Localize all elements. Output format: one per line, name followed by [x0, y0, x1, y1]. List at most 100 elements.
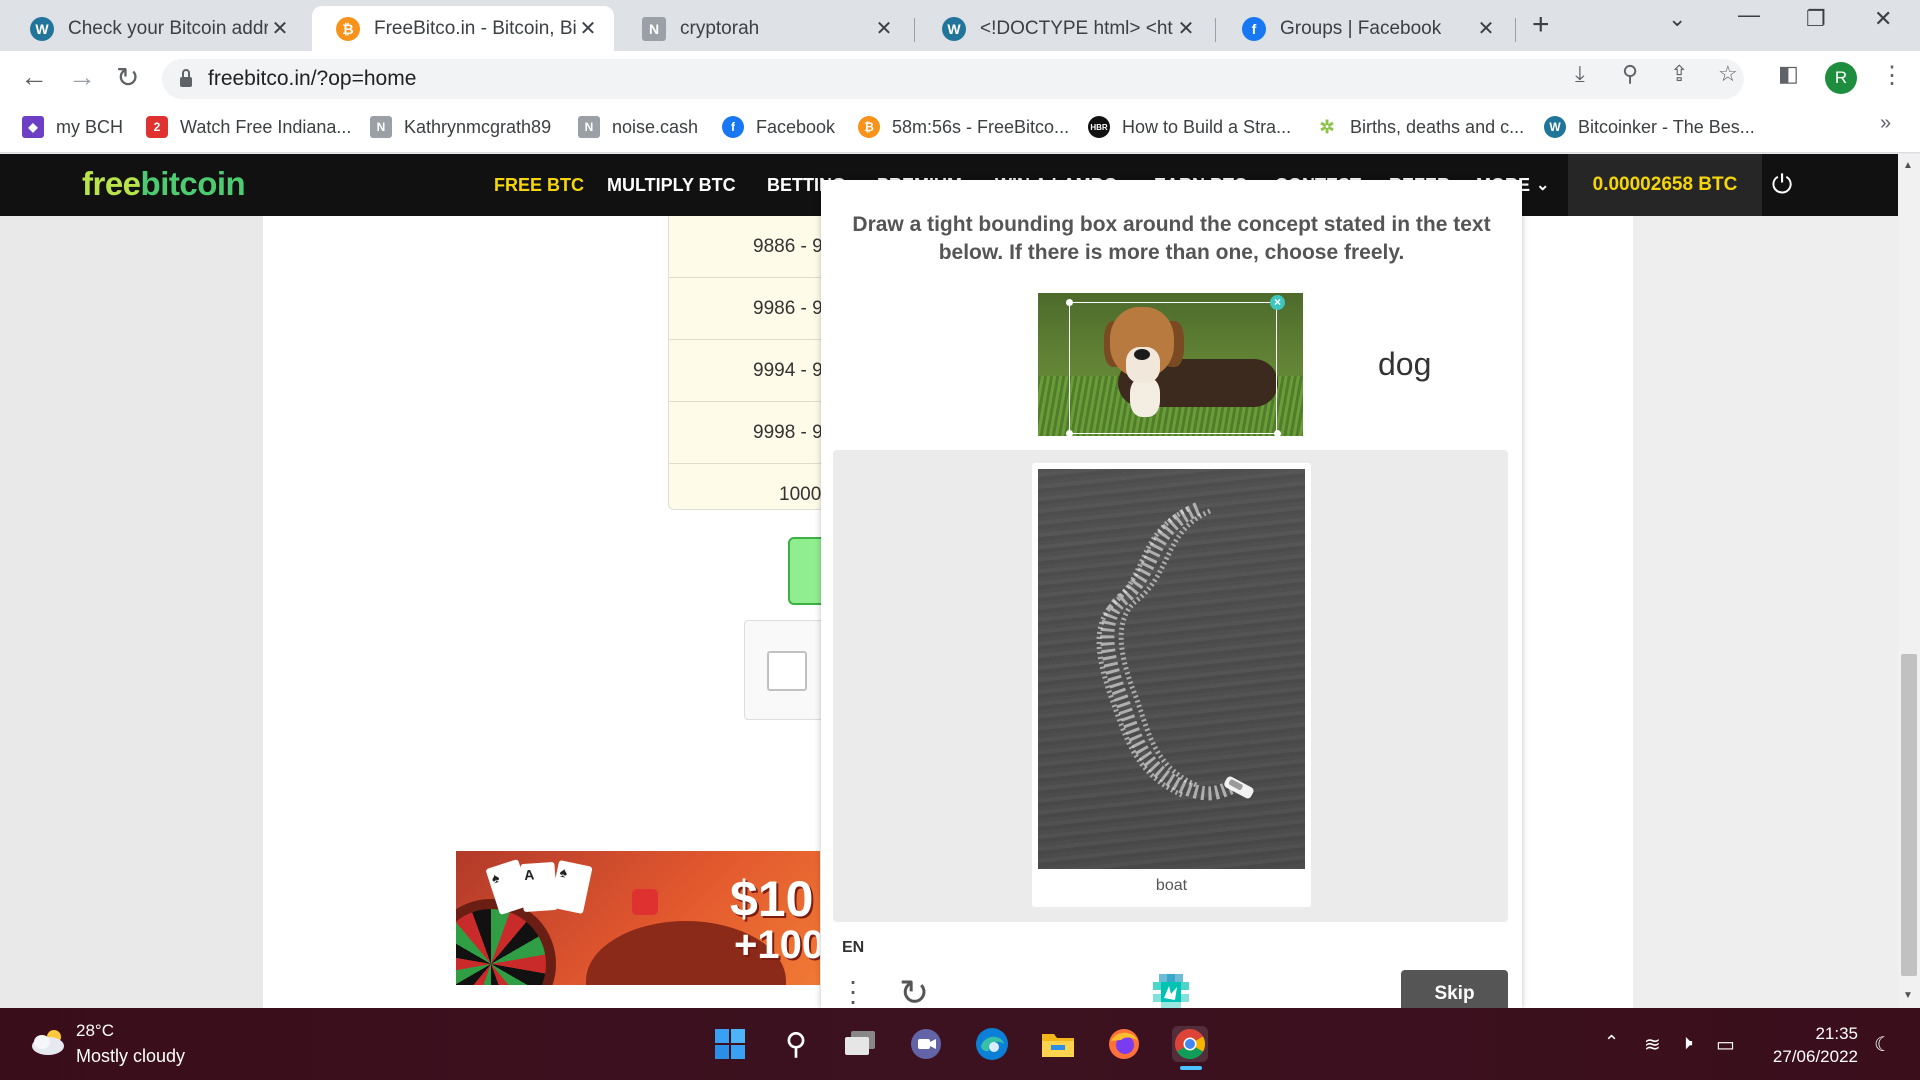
right-sidebar: [1633, 216, 1898, 1008]
install-icon[interactable]: ⤓: [1575, 61, 1585, 87]
bookmark-my-bch[interactable]: ◆ my BCH: [22, 116, 123, 138]
bookmark-freebitco-timer[interactable]: ₿ 58m:56s - FreeBitco...: [858, 116, 1069, 138]
search-icon[interactable]: ⚲: [778, 1026, 814, 1062]
minimize-icon[interactable]: —: [1738, 2, 1760, 28]
weather-temperature[interactable]: 28°C: [76, 1021, 114, 1041]
zoom-icon[interactable]: ⚲: [1622, 61, 1638, 87]
back-icon[interactable]: ←: [20, 61, 48, 93]
boat-wake-image: [1038, 469, 1305, 869]
tab-check-bitcoin[interactable]: W Check your Bitcoin addres ✕: [6, 6, 306, 51]
task-image[interactable]: [1038, 469, 1305, 869]
profile-avatar[interactable]: R: [1825, 62, 1857, 94]
window-close-icon[interactable]: ✕: [1874, 6, 1892, 32]
bookmark-star-icon[interactable]: ☆: [1718, 61, 1738, 87]
bbox-corner: [1066, 430, 1073, 436]
chrome-menu-icon[interactable]: ⋮: [1880, 61, 1904, 90]
site-logo[interactable]: freebitcoin: [82, 165, 246, 203]
task-view-icon[interactable]: [842, 1026, 878, 1062]
teams-chat-icon[interactable]: [908, 1026, 944, 1062]
banner-amount: $10: [730, 871, 814, 927]
tab-doctype[interactable]: W <!DOCTYPE html> <html ✕: [918, 6, 1212, 51]
bookmark-hbr[interactable]: HBR How to Build a Stra...: [1088, 116, 1291, 138]
share-icon[interactable]: ⇪: [1670, 61, 1688, 87]
file-explorer-icon[interactable]: [1040, 1026, 1076, 1062]
bookmarks-overflow-icon[interactable]: »: [1880, 112, 1891, 135]
windows-taskbar: 28°C Mostly cloudy ⚲ ⌃ ≋ 🕨 ▭ 21:35 27/06…: [0, 1008, 1920, 1080]
chrome-icon[interactable]: [1172, 1026, 1208, 1062]
edge-icon[interactable]: [974, 1026, 1010, 1062]
address-bar[interactable]: freebitco.in/?op=home: [162, 59, 1744, 99]
page-scrollbar[interactable]: ▲ ▼: [1898, 154, 1920, 1008]
tree-icon: ✲: [1316, 116, 1338, 138]
tab-title: Groups | Facebook: [1280, 17, 1442, 39]
wifi-icon[interactable]: ≋: [1644, 1032, 1661, 1057]
side-panel-icon[interactable]: ◧: [1778, 61, 1799, 87]
bookmark-label: Bitcoinker - The Bes...: [1578, 116, 1755, 137]
challenge-prompt: Draw a tight bounding box around the con…: [852, 213, 1491, 264]
scroll-down-icon[interactable]: ▼: [1903, 990, 1913, 1001]
scrollbar-thumb[interactable]: [1901, 654, 1917, 976]
start-icon[interactable]: [712, 1026, 748, 1062]
bookmark-bitcoinker[interactable]: W Bitcoinker - The Bes...: [1544, 116, 1755, 138]
scroll-up-icon[interactable]: ▲: [1903, 160, 1913, 171]
tab-freebitcoin[interactable]: ₿ FreeBitco.in - Bitcoin, Bitco ✕: [312, 6, 614, 51]
logo-free: free: [82, 165, 141, 202]
bookmark-facebook[interactable]: f Facebook: [722, 116, 835, 138]
menu-dots-icon[interactable]: · · ·: [847, 967, 859, 1009]
reload-icon[interactable]: ↻: [116, 61, 139, 94]
close-icon[interactable]: ✕: [1174, 16, 1198, 41]
forward-icon[interactable]: →: [68, 61, 96, 93]
btc-balance: 0.00002658 BTC: [1568, 154, 1762, 216]
tab-separator: [1515, 18, 1516, 42]
wordpress-icon: W: [1544, 116, 1566, 138]
power-icon[interactable]: ⏻: [1762, 154, 1802, 216]
system-clock[interactable]: 21:35 27/06/2022: [1760, 1022, 1858, 1068]
wordpress-icon: W: [30, 16, 54, 41]
tab-facebook-groups[interactable]: f Groups | Facebook ✕: [1218, 6, 1512, 51]
volume-muted-icon[interactable]: 🕨: [1680, 1032, 1693, 1055]
new-tab-button[interactable]: +: [1532, 8, 1550, 42]
bookmark-births-deaths[interactable]: ✲ Births, deaths and c...: [1316, 116, 1524, 138]
bookmark-label: Watch Free Indiana...: [180, 116, 352, 137]
battery-icon[interactable]: ▭: [1716, 1032, 1735, 1057]
bookmark-watch-free[interactable]: 2 Watch Free Indiana...: [146, 116, 351, 138]
logo-bitcoin: bitcoin: [140, 165, 246, 202]
bookmark-label: How to Build a Stra...: [1122, 116, 1292, 137]
noise-icon: N: [370, 116, 392, 138]
example-image: ×: [1038, 293, 1303, 436]
cloud-icon[interactable]: [30, 1028, 68, 1056]
close-icon[interactable]: ✕: [268, 16, 292, 41]
close-icon[interactable]: ✕: [1474, 16, 1498, 41]
refresh-icon[interactable]: ↻: [899, 972, 929, 1008]
casino-banner[interactable]: ♠ A ♠ $10 +100: [456, 851, 820, 985]
bookmarks-bar: ◆ my BCH 2 Watch Free Indiana... N Kathr…: [0, 106, 1920, 153]
close-icon[interactable]: ✕: [872, 16, 896, 41]
clock-time: 21:35: [1815, 1024, 1858, 1043]
skip-button[interactable]: Skip: [1401, 970, 1508, 1008]
example-bounding-box: [1069, 302, 1277, 434]
table-cell: 1000: [779, 484, 822, 505]
playing-card-icon: ♠: [549, 859, 593, 915]
tab-search-icon[interactable]: ⌄: [1668, 6, 1686, 32]
language-selector[interactable]: EN: [842, 939, 864, 957]
restore-icon[interactable]: ❐: [1806, 6, 1826, 32]
firefox-icon[interactable]: [1106, 1026, 1142, 1062]
close-icon[interactable]: ✕: [576, 16, 600, 41]
table-cell: 9886 - 9: [753, 235, 823, 257]
nav-free-btc[interactable]: FREE BTC: [494, 154, 584, 216]
tab-strip: W Check your Bitcoin addres ✕ ₿ FreeBitc…: [0, 0, 1920, 51]
tab-cryptorah[interactable]: N cryptorah ✕: [618, 6, 910, 51]
nav-multiply-btc[interactable]: MULTIPLY BTC: [607, 154, 736, 216]
tab-title: Check your Bitcoin addres: [68, 17, 268, 39]
captcha-checkbox[interactable]: [767, 651, 807, 691]
bitcoin-icon: ₿: [336, 16, 360, 41]
chevron-down-icon: ⌄: [1536, 177, 1550, 194]
tray-overflow-icon[interactable]: ⌃: [1604, 1032, 1619, 1053]
bookmark-noise-cash[interactable]: N noise.cash: [578, 116, 698, 138]
bookmark-kathryn[interactable]: N Kathrynmcgrath89: [370, 116, 551, 138]
facebook-icon: f: [722, 116, 744, 138]
noise-icon: N: [578, 116, 600, 138]
bookmark-label: Kathrynmcgrath89: [404, 116, 552, 137]
notifications-icon[interactable]: ☾: [1874, 1032, 1892, 1057]
weather-description[interactable]: Mostly cloudy: [76, 1046, 185, 1067]
